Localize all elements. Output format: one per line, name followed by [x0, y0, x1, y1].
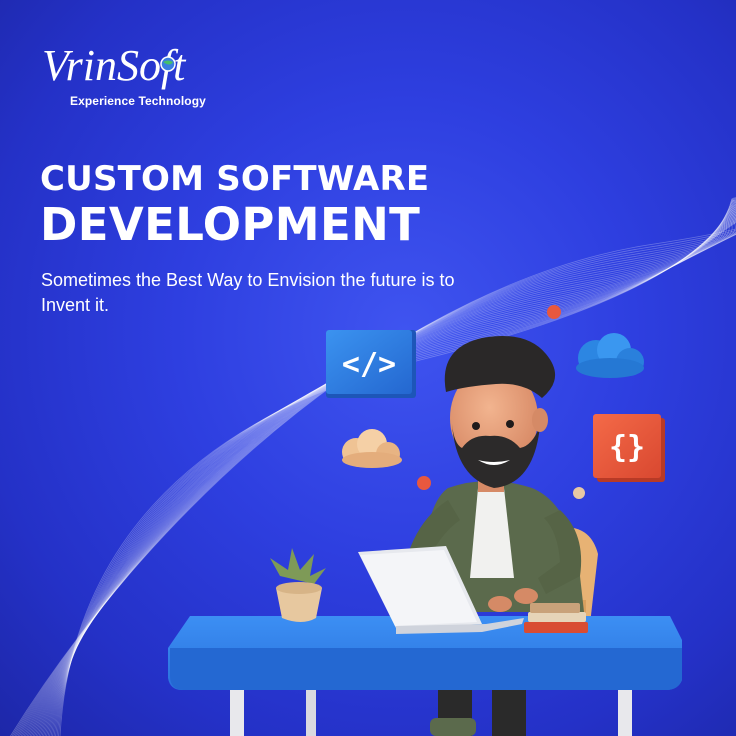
sphere-beige — [573, 487, 585, 499]
cloud-blue-icon — [576, 333, 644, 378]
sphere-red — [417, 476, 431, 490]
curly-braces-icon: {} — [609, 430, 645, 465]
cloud-peach-icon — [342, 429, 402, 468]
desk — [168, 616, 682, 736]
hand-left — [488, 596, 512, 612]
poster: VrinSoft Experience Technology CUSTOM SO… — [0, 0, 736, 736]
curly-braces-tile: {} — [593, 414, 665, 482]
sphere-red-small — [547, 305, 561, 319]
book-stack — [524, 603, 588, 633]
code-tag-icon: </> — [342, 347, 396, 382]
hand-right — [514, 588, 538, 604]
potted-plant — [270, 548, 326, 622]
developer-illustration: </> {} — [168, 305, 682, 736]
code-tag-tile: </> — [326, 330, 416, 398]
